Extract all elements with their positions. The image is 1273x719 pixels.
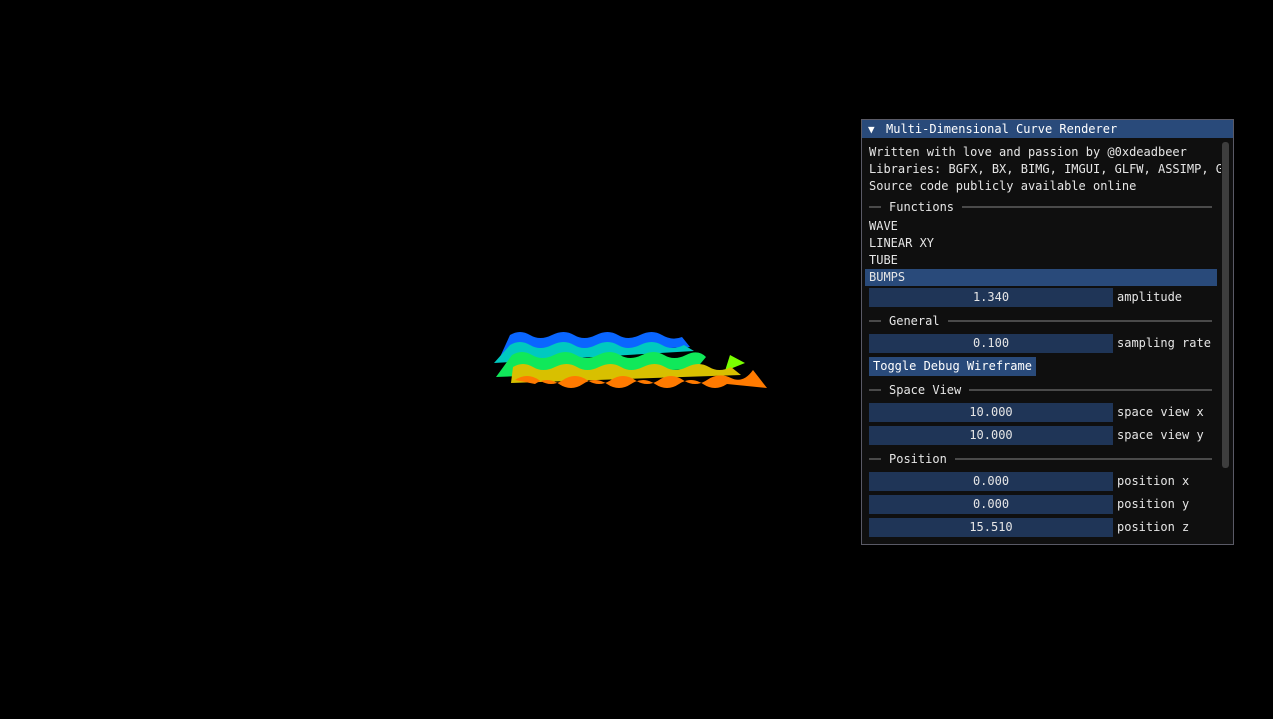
libraries-text: Libraries: BGFX, BX, BIMG, IMGUI, GLFW, … [869, 162, 1221, 176]
position-x-drag-field[interactable]: 0.000 [869, 472, 1113, 491]
functions-separator: Functions [869, 198, 1212, 215]
sampling-rate-drag-field[interactable]: 0.100 [869, 334, 1113, 353]
position-separator: Position [869, 450, 1212, 467]
credits-text: Written with love and passion by @0xdead… [869, 145, 1187, 159]
amplitude-drag-field[interactable]: 1.340 [869, 288, 1113, 307]
position-z-drag-field[interactable]: 15.510 [869, 518, 1113, 537]
position-x-label: position x [1117, 474, 1190, 488]
window-title: Multi-Dimensional Curve Renderer [886, 122, 1118, 136]
space-view-header: Space View [889, 382, 962, 397]
window-scrollbar[interactable] [1222, 142, 1229, 468]
functions-header: Functions [889, 199, 955, 214]
sampling-rate-label: sampling rate [1117, 336, 1211, 350]
general-header: General [889, 313, 940, 328]
position-y-label: position y [1117, 497, 1190, 511]
function-item-wave[interactable]: WAVE [865, 218, 1217, 235]
window-body: Written with love and passion by @0xdead… [862, 138, 1233, 544]
space-view-x-drag-field[interactable]: 10.000 [869, 403, 1113, 422]
position-header: Position [889, 451, 947, 466]
curve-renderer-window[interactable]: ▼ Multi-Dimensional Curve Renderer Writt… [861, 119, 1234, 545]
toggle-debug-wireframe-button[interactable]: Toggle Debug Wireframe [869, 357, 1036, 376]
space-view-x-label: space view x [1117, 405, 1204, 419]
general-separator: General [869, 312, 1212, 329]
position-y-drag-field[interactable]: 0.000 [869, 495, 1113, 514]
collapse-arrow-icon[interactable]: ▼ [868, 123, 878, 136]
function-item-bumps[interactable]: BUMPS [865, 269, 1217, 286]
space-view-separator: Space View [869, 381, 1212, 398]
amplitude-label: amplitude [1117, 290, 1183, 304]
function-item-linear-xy[interactable]: LINEAR XY [865, 235, 1217, 252]
space-view-y-drag-field[interactable]: 10.000 [869, 426, 1113, 445]
position-z-label: position z [1117, 520, 1190, 534]
source-text: Source code publicly available online [869, 179, 1137, 193]
space-view-y-label: space view y [1117, 428, 1204, 442]
function-item-tube[interactable]: TUBE [865, 252, 1217, 269]
window-title-bar[interactable]: ▼ Multi-Dimensional Curve Renderer [862, 120, 1233, 138]
